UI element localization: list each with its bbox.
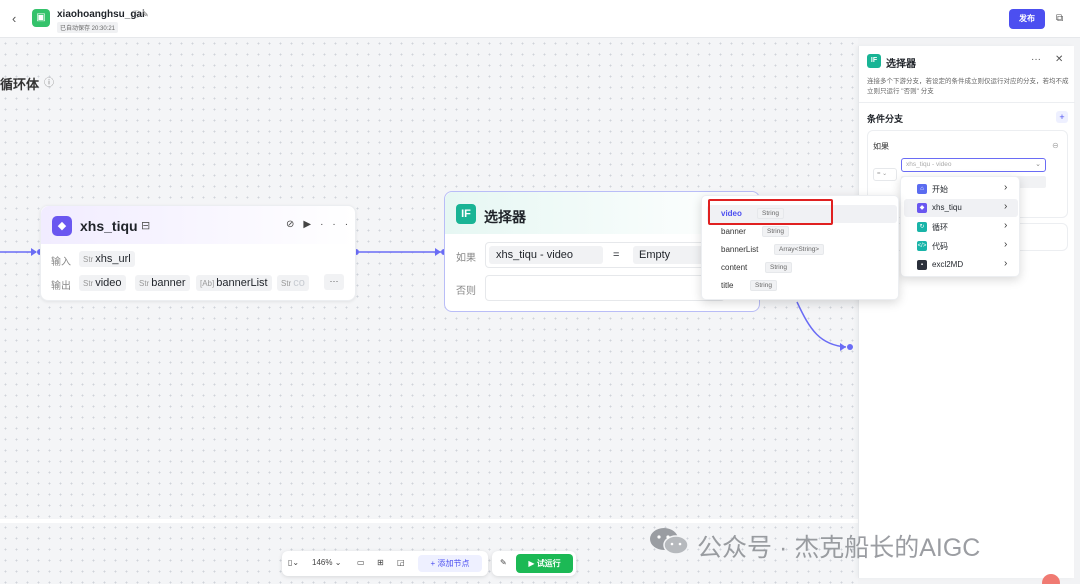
zoom-select[interactable]: 146% ⌄: [312, 558, 341, 567]
chevron-right-icon: ›: [1004, 220, 1008, 231]
copy-icon[interactable]: ⧉: [1056, 13, 1063, 24]
mouse-mode-icon[interactable]: ▯⌄: [288, 558, 299, 567]
chevron-right-icon: ›: [1004, 239, 1008, 250]
info-edit-icons[interactable]: ⓘ✎: [132, 9, 151, 20]
add-node-button[interactable]: + 添加节点: [418, 555, 482, 572]
operator-select[interactable]: = ⌄: [873, 168, 897, 181]
field-item-content[interactable]: content String: [707, 259, 897, 277]
run-toolbar: ✎ ▶ 试运行: [492, 551, 576, 576]
chevron-right-icon: ›: [1004, 201, 1008, 212]
canvas-title: 循环体: [0, 77, 40, 92]
cube-icon: ◆: [917, 203, 927, 213]
node-actions[interactable]: ⊘▶···: [286, 219, 357, 230]
node-title: 选择器: [484, 209, 526, 225]
if-icon: IF: [867, 54, 881, 68]
menu-item-start[interactable]: ⌂ 开始 ›: [904, 180, 1018, 198]
chevron-right-icon: ›: [1004, 182, 1008, 193]
input-tag: Str xhs_url: [79, 251, 135, 267]
start-icon: ⌂: [917, 184, 927, 194]
back-icon[interactable]: ‹: [12, 11, 16, 26]
divider: [859, 102, 1075, 103]
field-item-title[interactable]: title String: [707, 277, 897, 295]
variable-select[interactable]: xhs_tiqu - video ⌄: [901, 158, 1046, 172]
selector-panel: IF 选择器 ··· ✕ 连接多个下游分支，若设定的条件成立则仅运行对应的分支，…: [858, 46, 1075, 578]
output-tag: Str banner: [135, 275, 190, 291]
output-tag: Str video: [79, 275, 126, 291]
comment-icon[interactable]: ▭: [357, 558, 365, 567]
loop-icon: ↻: [917, 222, 927, 232]
else-row[interactable]: [485, 275, 725, 301]
if-icon: IF: [456, 204, 476, 224]
wechat-icon: [650, 528, 689, 555]
test-run-button[interactable]: ▶ 试运行: [516, 554, 573, 573]
info-icon[interactable]: ⓘ: [44, 74, 54, 89]
remove-icon[interactable]: ⊖: [1052, 141, 1059, 150]
input-label: 输入: [51, 257, 71, 268]
cube-icon: ◆: [52, 216, 72, 236]
condition-variable[interactable]: xhs_tiqu - video: [489, 246, 603, 264]
top-bar: ‹ ▣ xiaohoanghsu_gai ⓘ✎ 已自动保存 20:30:21 发…: [0, 0, 1080, 38]
canvas-divider: [0, 519, 858, 523]
save-status: 已自动保存 20:30:21: [57, 22, 119, 33]
close-icon[interactable]: ✕: [1055, 54, 1063, 65]
menu-item-xhs-tiqu[interactable]: ◆ xhs_tiqu ›: [904, 199, 1018, 217]
collapse-icon[interactable]: ⊟: [141, 219, 150, 232]
debug-icon[interactable]: ✎: [500, 558, 507, 567]
plugin-icon: ▪: [917, 260, 927, 270]
layout-icon[interactable]: ⊞: [377, 558, 384, 567]
chevron-right-icon: ›: [1004, 258, 1008, 269]
menu-item-excl2md[interactable]: ▪ excl2MD ›: [904, 256, 1018, 274]
add-branch-button[interactable]: +: [1056, 111, 1068, 123]
node-xhs-tiqu[interactable]: ◆ xhs_tiqu ⊟ ⊘▶··· 输入 Str xhs_url 输出 Str v…: [40, 205, 356, 301]
more-outputs-button[interactable]: ···: [324, 274, 344, 290]
condition-operator[interactable]: =: [613, 249, 619, 261]
field-item-bannerlist[interactable]: bannerList Array<String>: [707, 241, 897, 259]
panel-description: 连接多个下游分支，若设定的条件成立则仅运行对应的分支，若均不成立则只运行 "否则…: [867, 78, 1069, 95]
canvas-toolbar: ▯⌄ 146% ⌄ ▭ ⊞ ◲ + 添加节点: [282, 551, 488, 576]
section-title: 条件分支: [867, 114, 904, 124]
else-label: 否则: [456, 286, 476, 297]
if-label: 如果: [873, 142, 889, 151]
minimap-icon[interactable]: ◲: [397, 558, 405, 567]
highlight-annotation: [708, 199, 833, 225]
publish-button[interactable]: 发布: [1009, 9, 1045, 29]
menu-item-code[interactable]: </> 代码 ›: [904, 237, 1018, 255]
code-icon: </>: [917, 241, 927, 251]
source-node-menu: ⌂ 开始 › ◆ xhs_tiqu › ↻ 循环 › </> 代码 › ▪ ex…: [900, 176, 1020, 277]
output-label: 输出: [51, 281, 71, 292]
output-tag: [Ab] bannerList: [196, 275, 272, 291]
menu-item-loop[interactable]: ↻ 循环 ›: [904, 218, 1018, 236]
node-title: xhs_tiqu: [80, 218, 138, 234]
watermark-text: 公众号 · 杰克船长的AIGC: [697, 534, 981, 562]
output-tag: Str co: [277, 275, 309, 291]
field-item-banner[interactable]: banner String: [707, 223, 897, 241]
app-logo: ▣: [32, 9, 50, 27]
if-label: 如果: [456, 253, 476, 264]
panel-title: 选择器: [886, 59, 916, 70]
more-icon[interactable]: ···: [1031, 54, 1041, 65]
chevron-down-icon: ⌄: [1035, 161, 1041, 168]
